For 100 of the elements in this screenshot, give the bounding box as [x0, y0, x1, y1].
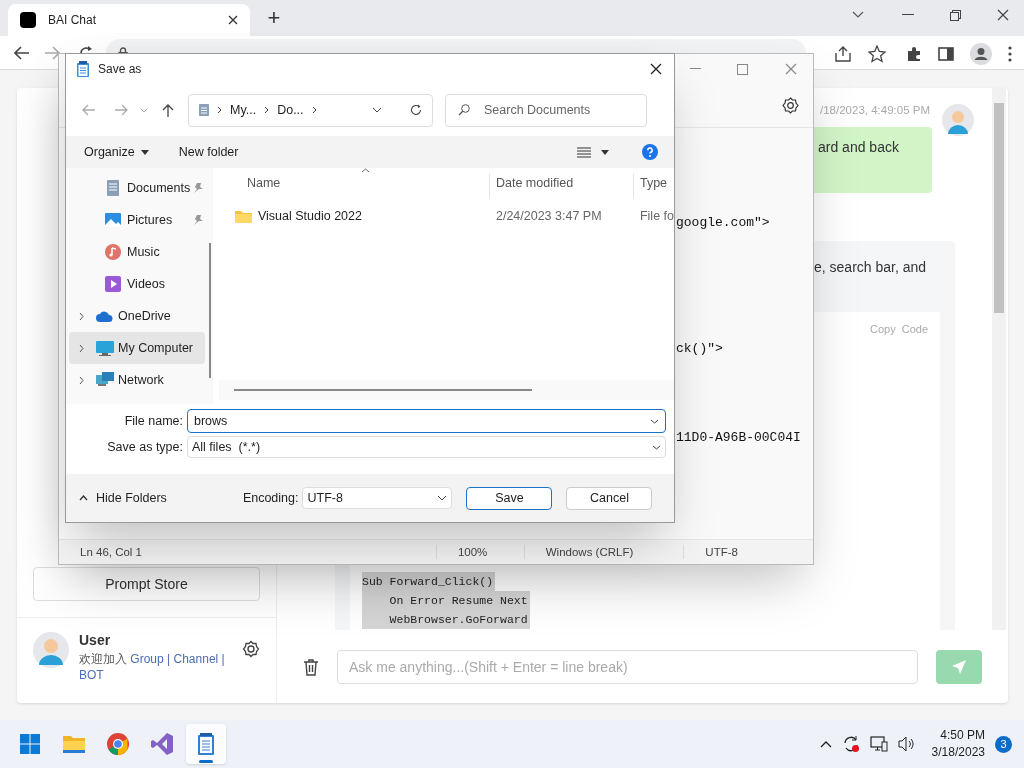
encoding-dropdown[interactable]: UTF-8	[302, 487, 453, 509]
close-icon[interactable]	[228, 15, 238, 25]
nav-item-label: Pictures	[127, 211, 174, 229]
breadcrumb-bar[interactable]: My... Do...	[188, 93, 433, 127]
video-icon	[105, 276, 123, 292]
nav-item[interactable]: Documents	[69, 172, 205, 204]
close-icon[interactable]	[650, 63, 662, 75]
user-name: User	[79, 631, 112, 650]
studio-icon	[150, 732, 174, 756]
dialog-title: Save as	[98, 61, 143, 78]
back-icon[interactable]	[14, 45, 30, 60]
file-type-dropdown[interactable]: All files (*.*)	[187, 436, 666, 458]
taskbar-app[interactable]	[186, 724, 226, 764]
nav-item[interactable]: Network	[69, 364, 205, 396]
editor-line: ck()">	[676, 340, 723, 358]
time-text: 4:50 PM	[940, 727, 985, 744]
new-tab-button[interactable]: +	[262, 6, 286, 30]
clock[interactable]: 4:50 PM 3/18/2023	[931, 727, 985, 761]
trash-icon[interactable]	[303, 657, 319, 676]
settings-icon[interactable]	[782, 97, 799, 114]
file-type-value: All files (*.*)	[192, 438, 262, 456]
search-field[interactable]: Search Documents	[445, 93, 647, 127]
nav-item[interactable]: Music	[69, 236, 205, 268]
document-icon	[199, 104, 209, 116]
chevron-right-icon	[311, 106, 317, 114]
star-icon[interactable]	[868, 45, 886, 63]
nav-item-label: My Computer	[118, 339, 195, 357]
minimize-icon[interactable]	[902, 14, 914, 16]
field-label: Save as type:	[106, 438, 184, 456]
maximize-icon[interactable]	[950, 9, 961, 21]
browser-tab[interactable]: BAI Chat	[8, 4, 250, 36]
editor-line: google.com">	[676, 214, 770, 232]
column-header[interactable]: Date modified	[488, 174, 633, 198]
link-separator: |	[221, 652, 225, 666]
organize-button[interactable]: Organize	[84, 142, 149, 162]
notification-badge[interactable]: 3	[995, 735, 1012, 753]
column-header[interactable]: Name	[218, 174, 489, 198]
up-icon[interactable]	[162, 103, 174, 117]
chevron-up-icon[interactable]	[819, 740, 832, 748]
minimize-icon[interactable]	[690, 68, 701, 70]
music-icon	[105, 244, 123, 260]
new-folder-button[interactable]: New folder	[178, 142, 239, 162]
sync-icon[interactable]	[841, 735, 860, 753]
chevron-down-icon	[652, 444, 661, 450]
network-icon[interactable]	[869, 736, 888, 752]
file-name-field[interactable]: brows	[187, 409, 666, 433]
hide-folders-button[interactable]: Hide Folders	[79, 488, 167, 508]
dialog-button[interactable]: Cancel	[566, 486, 653, 510]
scrollbar-thumb[interactable]	[208, 243, 211, 378]
avatar-icon	[33, 632, 69, 668]
help-icon[interactable]	[642, 144, 658, 160]
community-link[interactable]: Channel	[173, 652, 219, 666]
date-cell-text: 2/24/2023 3:47 PM	[494, 207, 603, 225]
view-list-icon[interactable]	[577, 146, 591, 158]
community-link[interactable]: BOT	[79, 668, 104, 682]
nav-item[interactable]: My Computer	[69, 332, 205, 364]
close-icon[interactable]	[997, 9, 1009, 21]
nav-item-label: OneDrive	[118, 307, 172, 325]
active-indicator	[199, 760, 213, 763]
browser-icon	[106, 732, 130, 756]
prompt-store-button[interactable]: Prompt Store	[33, 567, 260, 601]
nav-item[interactable]: Pictures	[69, 204, 205, 236]
message-input[interactable]: Ask me anything...(Shift + Enter = line break)	[337, 649, 918, 684]
chevron-down-icon[interactable]	[372, 107, 382, 113]
sort-caret-icon[interactable]	[360, 168, 370, 173]
chevron-down-icon[interactable]	[852, 11, 864, 19]
site-logo-icon	[20, 12, 36, 28]
nav-item[interactable]: OneDrive	[69, 300, 205, 332]
field-label: Encoding:	[242, 489, 299, 507]
nav-item-label: Music	[127, 243, 161, 261]
scrollbar-thumb[interactable]	[994, 103, 1004, 313]
volume-icon[interactable]	[897, 736, 916, 752]
chevron-down-icon[interactable]	[650, 418, 659, 424]
chevron-down-icon	[437, 495, 448, 501]
dialog-button[interactable]: Save	[466, 486, 553, 510]
chevron-right-icon[interactable]	[79, 375, 84, 385]
puzzle-icon[interactable]	[906, 46, 922, 62]
nav-item[interactable]: Videos	[69, 268, 205, 300]
breadcrumb-item[interactable]: Do...	[277, 100, 304, 120]
chevron-right-icon[interactable]	[79, 343, 84, 353]
chevron-right-icon[interactable]	[79, 311, 84, 321]
file-name-cell[interactable]: Visual Studio 2022	[257, 206, 362, 226]
breadcrumb-item[interactable]: My...	[230, 100, 257, 120]
settings-icon[interactable]	[242, 640, 260, 658]
status-text: Ln 46, Col 1	[79, 545, 143, 559]
column-header[interactable]: Type	[632, 174, 673, 198]
link-separator: |	[167, 652, 171, 666]
share-icon[interactable]	[834, 46, 852, 62]
field-label: File name:	[123, 412, 184, 430]
menu-icon[interactable]	[1008, 46, 1012, 62]
pin-icon	[193, 215, 203, 225]
windows-icon	[18, 732, 42, 756]
search-icon	[458, 104, 470, 116]
side-panel-icon[interactable]	[938, 46, 954, 62]
profile-icon[interactable]	[970, 43, 992, 65]
caret-icon[interactable]	[601, 149, 609, 155]
scrollbar-thumb[interactable]	[233, 389, 532, 391]
community-link[interactable]: Group	[130, 652, 164, 666]
reload-icon[interactable]	[410, 104, 422, 116]
status-text: UTF-8	[683, 545, 813, 559]
